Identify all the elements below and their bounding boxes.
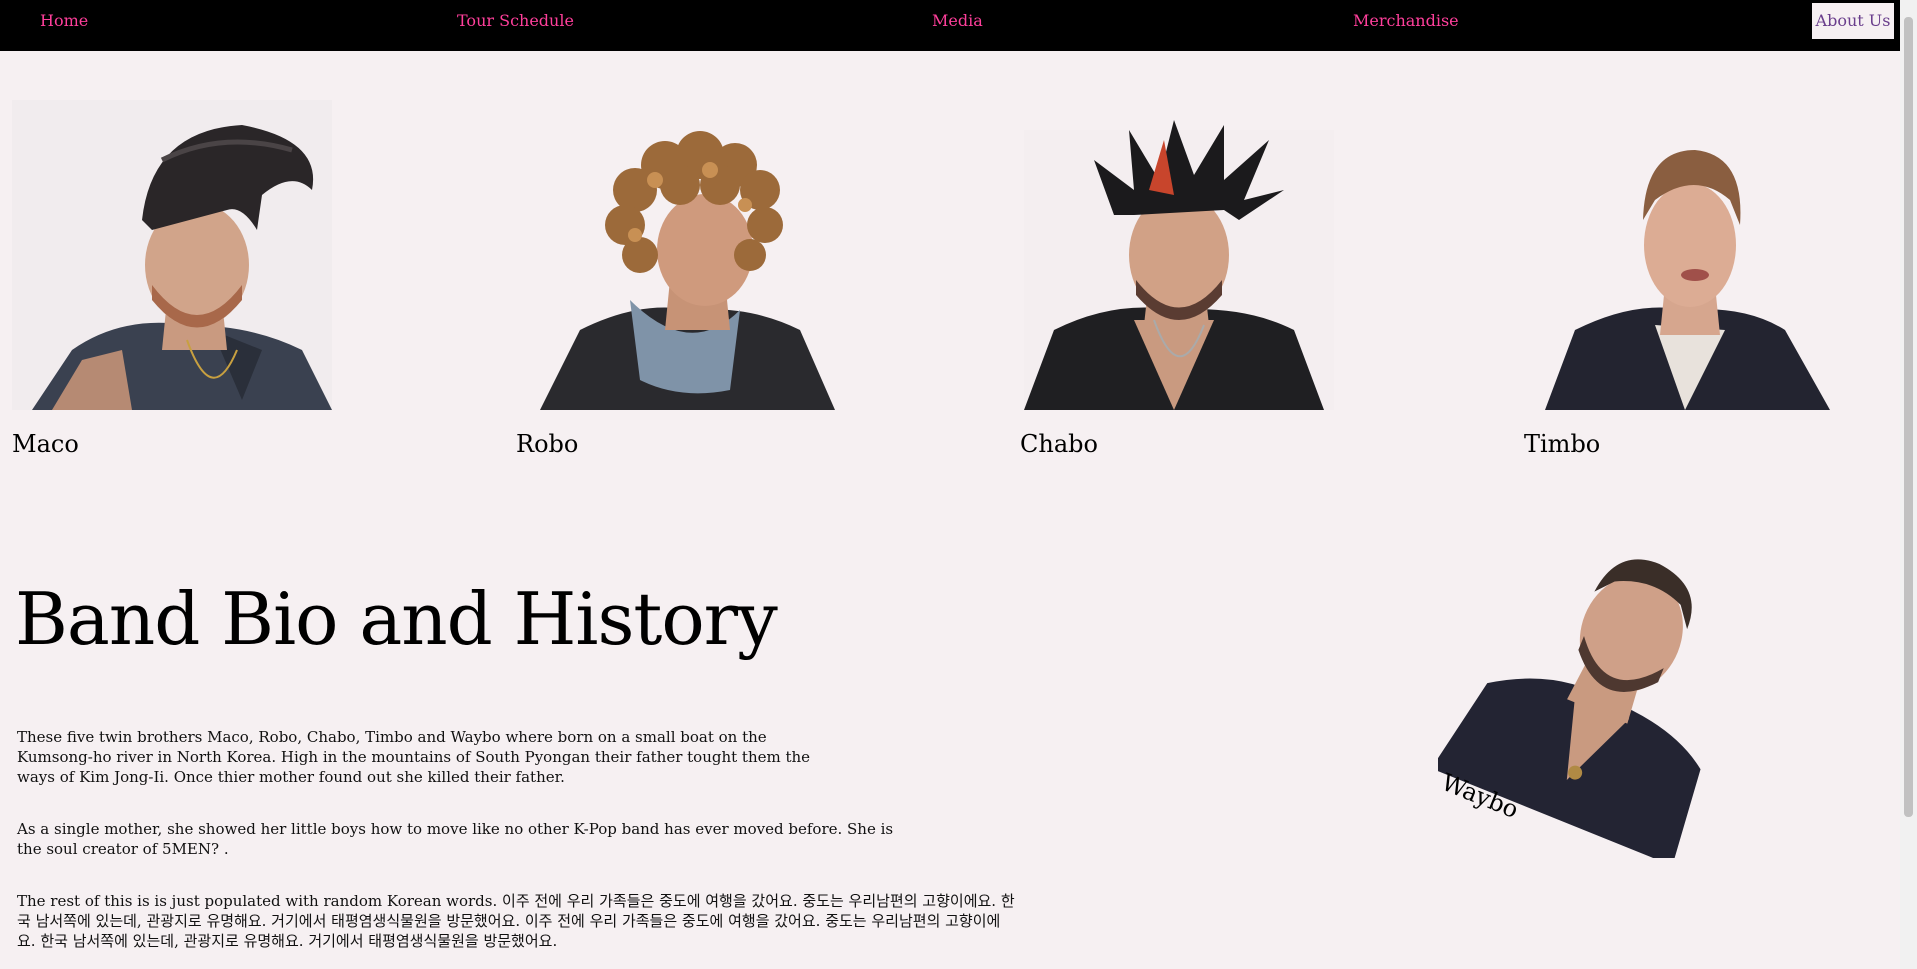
maco-photo <box>12 100 332 410</box>
bio-paragraph-2: As a single mother, she showed her littl… <box>17 820 894 858</box>
chabo-photo <box>1024 120 1334 410</box>
member-name-timbo: Timbo <box>1524 430 1601 458</box>
nav-tour-schedule-link[interactable]: Tour Schedule <box>457 11 574 31</box>
member-card-robo <box>540 130 840 410</box>
bio-paragraph-1: These five twin brothers Maco, Robo, Cha… <box>17 728 811 786</box>
scrollbar-thumb[interactable] <box>1904 17 1913 817</box>
bio-title: Band Bio and History <box>15 577 778 661</box>
nav-media-link[interactable]: Media <box>932 11 983 31</box>
member-name-chabo: Chabo <box>1020 430 1098 458</box>
page: Home Tour Schedule Media Merchandise Abo… <box>0 0 1917 969</box>
member-name-robo: Robo <box>516 430 579 458</box>
nav-about-us-link[interactable]: About Us <box>1812 3 1894 39</box>
member-card-chabo <box>1024 120 1344 410</box>
bio-paragraph-3: The rest of this is is just populated wi… <box>17 892 1015 950</box>
top-nav: Home Tour Schedule Media Merchandise Abo… <box>0 0 1900 51</box>
member-card-maco <box>12 100 332 410</box>
page-scrollbar[interactable] <box>1900 0 1917 969</box>
timbo-photo <box>1545 150 1830 410</box>
nav-merchandise-link[interactable]: Merchandise <box>1353 11 1459 31</box>
nav-home-link[interactable]: Home <box>40 11 88 31</box>
member-card-timbo <box>1525 140 1835 410</box>
robo-photo <box>540 131 835 410</box>
member-name-maco: Maco <box>12 430 79 458</box>
